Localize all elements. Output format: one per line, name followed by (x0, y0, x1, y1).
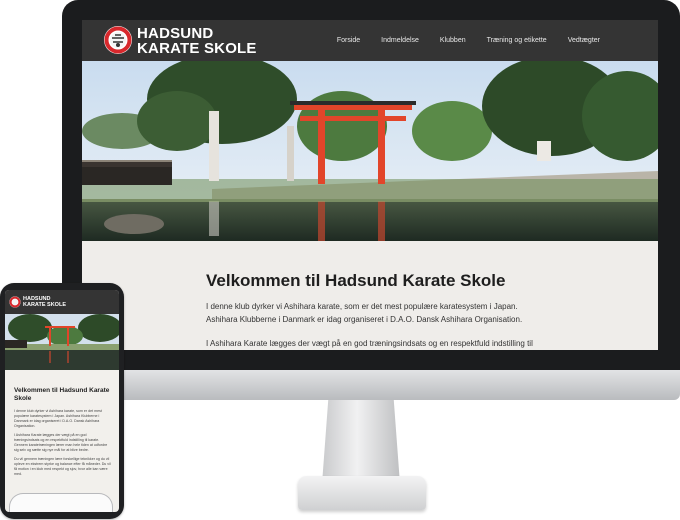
nav-indmeldelse[interactable]: Indmeldelse (381, 37, 419, 44)
phone-hero-image (5, 314, 119, 370)
hero-image (82, 61, 658, 241)
site-logo-text[interactable]: HADSUND KARATE SKOLE (137, 26, 257, 56)
logo-line-1: HADSUND (137, 25, 214, 42)
phone-karate-logo-icon[interactable] (9, 296, 21, 308)
phone-paragraph-1: I denne klub dyrker vi Ashihara karate, … (14, 409, 102, 428)
imac-stand-foot (298, 476, 426, 510)
desktop-screen: HADSUND KARATE SKOLE Forside Indmeldelse… (82, 20, 658, 350)
phone-site-logo-text[interactable]: HADSUND KARATE SKOLE (23, 296, 66, 308)
phone-frame: HADSUND KARATE SKOLE Velkommen til Hadsu… (0, 283, 124, 519)
intro-paragraph-1: I denne klub dyrker vi Ashihara karate, … (206, 302, 523, 324)
page-title: Velkommen til Hadsund Karate Skole (206, 271, 506, 290)
phone-welcome-section: Velkommen til Hadsund Karate Skole I den… (14, 387, 112, 481)
nav-traening-og-etikette[interactable]: Træning og etikette (487, 37, 547, 44)
intro-paragraph-2: I Ashihara Karate lægges der vægt på en … (206, 339, 533, 348)
phone-site-header: HADSUND KARATE SKOLE (5, 290, 119, 314)
nav-klubben[interactable]: Klubben (440, 37, 466, 44)
site-header: HADSUND KARATE SKOLE Forside Indmeldelse… (82, 20, 658, 61)
phone-screen: HADSUND KARATE SKOLE Velkommen til Hadsu… (5, 290, 119, 512)
imac-chin (62, 370, 680, 400)
karate-logo-icon[interactable] (103, 25, 133, 55)
phone-page-title: Velkommen til Hadsund Karate Skole (14, 387, 110, 402)
main-nav: Forside Indmeldelse Klubben Træning og e… (337, 20, 658, 61)
nav-forside[interactable]: Forside (337, 37, 360, 44)
imac-stand-neck (322, 400, 400, 484)
phone-logo-line-2: KARATE SKOLE (23, 302, 66, 308)
phone-paragraph-3: Du vil gennem træningen lære forskellige… (14, 457, 111, 476)
phone-bottom-sheet[interactable] (9, 493, 113, 512)
phone-paragraph-2: I Ashihara Karate lægges der vægt på en … (14, 433, 108, 452)
logo-line-2: KARATE SKOLE (137, 40, 257, 57)
welcome-section: Velkommen til Hadsund Karate Skole I den… (206, 271, 536, 350)
nav-vedtaegter[interactable]: Vedtægter (568, 37, 600, 44)
